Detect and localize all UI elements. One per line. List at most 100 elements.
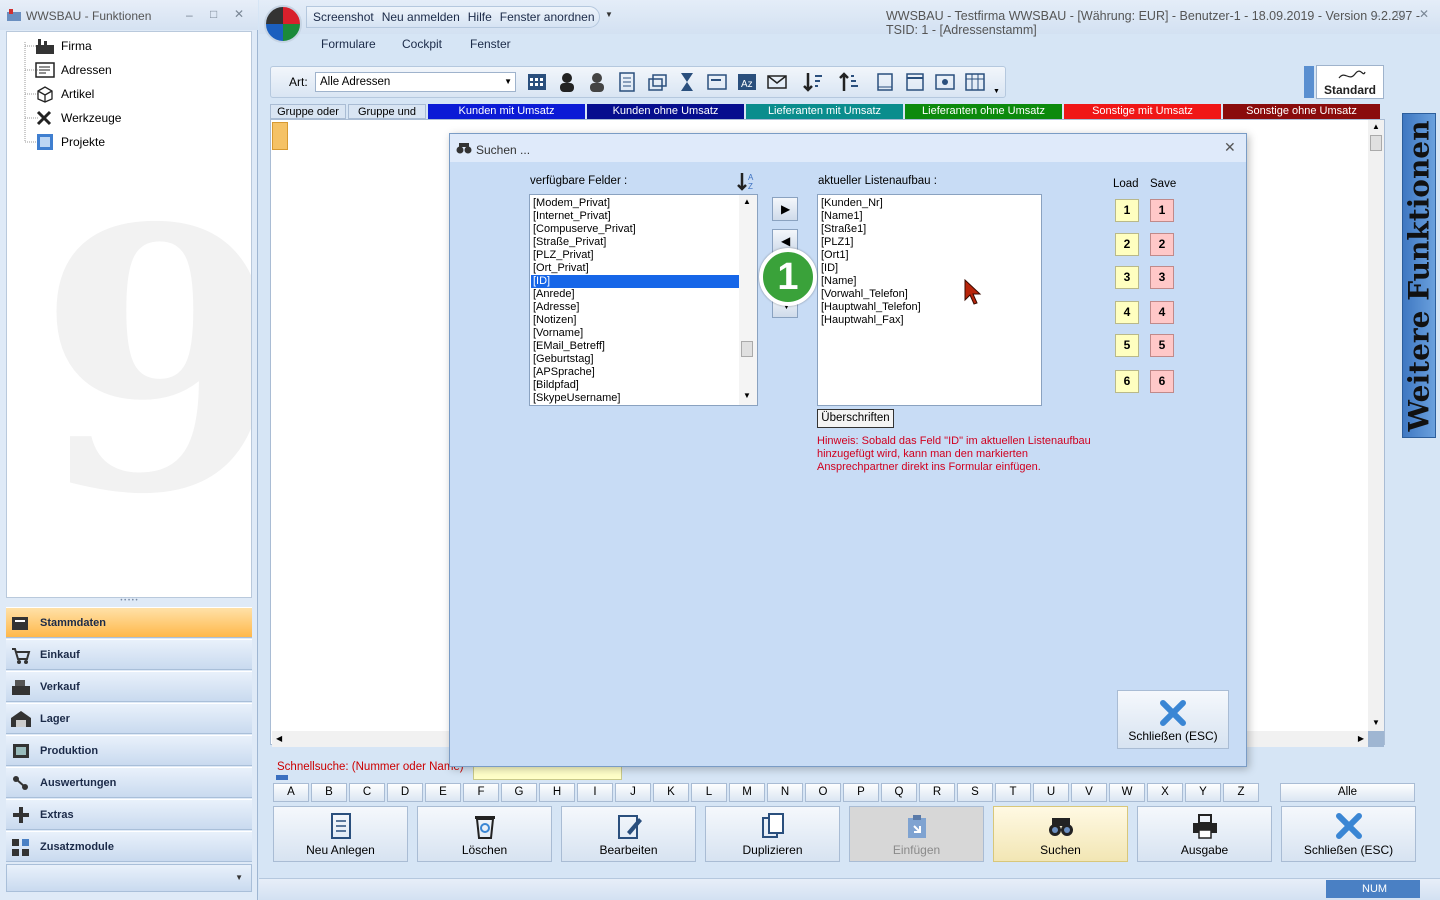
action-duplizieren[interactable]: Duplizieren: [705, 806, 840, 862]
nav-stammdaten[interactable]: Stammdaten: [6, 607, 252, 638]
alphabet-button-v[interactable]: V: [1071, 783, 1107, 802]
alphabet-all-button[interactable]: Alle: [1280, 783, 1415, 802]
minimize-button[interactable]: –: [1373, 8, 1380, 22]
qat-hilfe[interactable]: Hilfe: [468, 10, 492, 24]
alphabet-button-u[interactable]: U: [1033, 783, 1069, 802]
available-field-item[interactable]: [Vorname]: [533, 327, 583, 340]
application-orb-button[interactable]: [264, 5, 302, 43]
available-fields-scrollbar[interactable]: ▲ ▼: [739, 195, 757, 405]
available-field-item[interactable]: [Modem_Privat]: [533, 197, 610, 210]
load-slot-1[interactable]: 1: [1115, 199, 1139, 222]
nav-einkauf[interactable]: Einkauf: [6, 639, 252, 670]
filter-6[interactable]: Sonstige mit Umsatz: [1064, 104, 1221, 119]
available-field-item[interactable]: [SkypeUsername]: [533, 392, 620, 405]
current-field-item[interactable]: [PLZ1]: [821, 236, 853, 249]
sort-ascending-icon[interactable]: [838, 72, 860, 92]
alphabet-button-o[interactable]: O: [805, 783, 841, 802]
sort-az-icon[interactable]: AZ: [736, 171, 758, 193]
current-layout-list[interactable]: [Kunden_Nr] [Name1] [Straße1] [PLZ1] [Ort1][…: [817, 194, 1042, 406]
qat-customize-icon[interactable]: ▼: [605, 10, 613, 19]
add-field-button[interactable]: ▶: [772, 197, 798, 221]
mail-icon[interactable]: [766, 72, 788, 92]
form-icon[interactable]: [706, 72, 728, 92]
menu-cockpit[interactable]: Cockpit: [402, 37, 442, 51]
tree-item-firma[interactable]: Firma: [35, 35, 92, 57]
load-slot-4[interactable]: 4: [1115, 301, 1139, 324]
current-field-item[interactable]: [Name1]: [821, 210, 863, 223]
page-view-icon[interactable]: [874, 72, 896, 92]
available-field-item[interactable]: [Adresse]: [533, 301, 579, 314]
alphabet-button-b[interactable]: B: [311, 783, 347, 802]
alphabet-button-j[interactable]: J: [615, 783, 651, 802]
filter-2[interactable]: Kunden mit Umsatz: [428, 104, 585, 119]
sort-descending-icon[interactable]: [802, 72, 824, 92]
alphabet-button-i[interactable]: I: [577, 783, 613, 802]
sort-az-icon[interactable]: Az: [736, 72, 758, 92]
menu-formulare[interactable]: Formulare: [321, 37, 376, 51]
available-fields-list[interactable]: [Modem_Privat] [Internet_Privat] [Compuser…: [529, 194, 758, 406]
alphabet-button-c[interactable]: C: [349, 783, 385, 802]
tree-item-artikel[interactable]: Artikel: [35, 83, 94, 105]
scroll-down-icon[interactable]: ▼: [743, 391, 751, 400]
available-field-item[interactable]: [Compuserve_Privat]: [533, 223, 636, 236]
nav-zusatzmodule[interactable]: Zusatzmodule: [6, 831, 252, 862]
alphabet-button-k[interactable]: K: [653, 783, 689, 802]
action-bearbeiten[interactable]: Bearbeiten: [561, 806, 696, 862]
alphabet-button-e[interactable]: E: [425, 783, 461, 802]
save-slot-6[interactable]: 6: [1150, 370, 1174, 393]
load-slot-5[interactable]: 5: [1115, 334, 1139, 357]
filter-3[interactable]: Kunden ohne Umsatz: [587, 104, 744, 119]
alphabet-button-x[interactable]: X: [1147, 783, 1183, 802]
maximize-button[interactable]: □: [210, 7, 217, 21]
alphabet-button-z[interactable]: Z: [1223, 783, 1259, 802]
alphabet-button-y[interactable]: Y: [1185, 783, 1221, 802]
maximize-button[interactable]: □: [1397, 7, 1404, 21]
available-field-item[interactable]: [ID]: [531, 275, 740, 288]
menu-fenster[interactable]: Fenster: [470, 37, 511, 51]
current-field-item[interactable]: [Hauptwahl_Fax]: [821, 314, 904, 327]
nav-produktion[interactable]: Produktion: [6, 735, 252, 766]
available-field-item[interactable]: [Ort_Privat]: [533, 262, 589, 275]
load-slot-2[interactable]: 2: [1115, 233, 1139, 256]
alphabet-button-w[interactable]: W: [1109, 783, 1145, 802]
calendar-icon[interactable]: [526, 72, 548, 92]
alphabet-button-n[interactable]: N: [767, 783, 803, 802]
table-view-icon[interactable]: [964, 72, 986, 92]
tree-item-werkzeuge[interactable]: Werkzeuge: [35, 107, 121, 129]
person-icon[interactable]: [556, 72, 578, 92]
action-löschen[interactable]: Löschen: [417, 806, 552, 862]
close-button[interactable]: ✕: [1419, 7, 1429, 21]
scroll-up-icon[interactable]: ▲: [1372, 122, 1380, 131]
tree-item-projekte[interactable]: Projekte: [35, 131, 105, 153]
contact-person-icon[interactable]: [586, 72, 608, 92]
save-slot-3[interactable]: 3: [1150, 266, 1174, 289]
grid-vertical-scrollbar[interactable]: ▲ ▼: [1368, 120, 1384, 732]
screen-capture-icon[interactable]: [934, 72, 956, 92]
available-field-item[interactable]: [APSprache]: [533, 366, 595, 379]
action-ausgabe[interactable]: Ausgabe: [1137, 806, 1272, 862]
minimize-button[interactable]: –: [186, 8, 193, 22]
filter-0[interactable]: Gruppe oder: [270, 104, 346, 119]
toolbar-overflow-icon[interactable]: ▼: [993, 88, 1000, 95]
available-field-item[interactable]: [PLZ_Privat]: [533, 249, 594, 262]
action-suchen[interactable]: Suchen: [993, 806, 1128, 862]
save-slot-4[interactable]: 4: [1150, 301, 1174, 324]
load-slot-6[interactable]: 6: [1115, 370, 1139, 393]
available-field-item[interactable]: [Geburtstag]: [533, 353, 594, 366]
hourglass-icon[interactable]: [676, 72, 698, 92]
available-field-item[interactable]: [Anrede]: [533, 288, 575, 301]
action-schließen-esc[interactable]: Schließen (ESC): [1281, 806, 1416, 862]
headings-button[interactable]: Überschriften: [817, 409, 894, 428]
filter-1[interactable]: Gruppe und: [348, 104, 426, 119]
close-button[interactable]: ✕: [234, 7, 244, 21]
alphabet-button-g[interactable]: G: [501, 783, 537, 802]
qat-screenshot[interactable]: Screenshot: [313, 10, 374, 24]
tree-item-adressen[interactable]: Adressen: [35, 59, 112, 81]
filter-7[interactable]: Sonstige ohne Umsatz: [1223, 104, 1380, 119]
alphabet-button-p[interactable]: P: [843, 783, 879, 802]
nav-verkauf[interactable]: Verkauf: [6, 671, 252, 702]
art-dropdown[interactable]: Alle Adressen ▼: [315, 72, 516, 92]
available-field-item[interactable]: [Internet_Privat]: [533, 210, 611, 223]
alphabet-button-m[interactable]: M: [729, 783, 765, 802]
scroll-thumb[interactable]: [1370, 135, 1382, 151]
